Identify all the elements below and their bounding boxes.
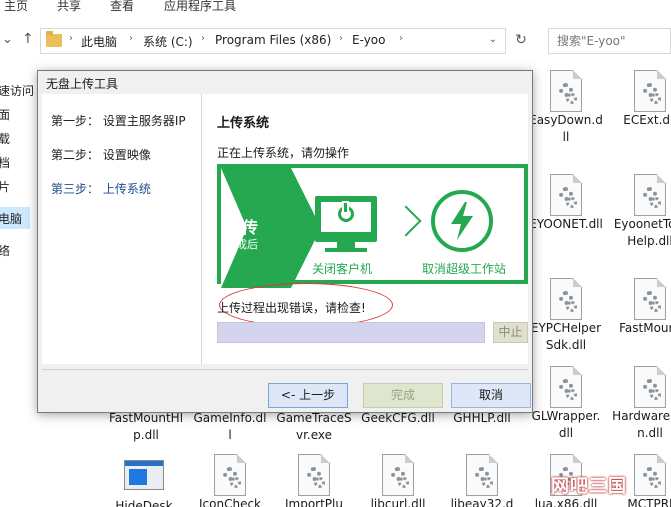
dll-icon: [634, 454, 666, 496]
abort-button[interactable]: 中止: [493, 322, 528, 343]
address-row: ⌄ ↑ › 此电脑 › 系统 (C:) › Program Files (x86…: [0, 22, 671, 60]
upload-tool-dialog: 无盘上传工具 第一步： 设置主服务器IP 第二步： 设置映像 第三步： 上传系统…: [37, 70, 533, 413]
nav-item-pictures[interactable]: 片: [0, 178, 10, 195]
chevron-right-icon: [390, 205, 422, 237]
dll-icon: [298, 454, 330, 496]
breadcrumb-eyoo[interactable]: E-yoo: [352, 33, 386, 47]
file-item[interactable]: GLWrapper.dll: [528, 366, 604, 442]
dll-icon: [466, 454, 498, 496]
nav-item-documents[interactable]: 档: [0, 154, 10, 171]
error-message: 上传过程出现错误，请检查!: [217, 301, 366, 315]
banner-badge-line2: 完成后: [225, 238, 258, 251]
cancel-button[interactable]: 取消: [451, 383, 531, 408]
chevron-right-icon[interactable]: ›: [201, 33, 205, 44]
chevron-down-icon[interactable]: ⌄: [489, 34, 497, 45]
instruction-banner: 上传 完成后 关闭客户机 取消超级工作站: [217, 164, 528, 288]
chevron-right-icon[interactable]: ›: [69, 33, 73, 44]
status-text: 正在上传系统，请勿操作: [217, 146, 350, 160]
banner-label-shutdown-client: 关闭客户机: [312, 262, 373, 276]
nav-item-network[interactable]: 络: [0, 242, 10, 259]
file-item[interactable]: EYPCHelperSdk.dll: [528, 278, 604, 354]
refresh-icon[interactable]: ↻: [510, 28, 532, 54]
file-item[interactable]: EasyDown.dll: [528, 70, 604, 146]
chevron-right-icon[interactable]: ›: [399, 33, 403, 44]
upload-progress-bar: [217, 322, 485, 343]
file-item[interactable]: ImportPlu: [276, 454, 352, 507]
dll-icon: [382, 454, 414, 496]
divider: [42, 369, 528, 370]
watermark-logo: 网吧三国: [551, 476, 627, 497]
tab-app-tools[interactable]: 应用程序工具: [164, 0, 236, 14]
dll-icon: [550, 70, 582, 112]
ribbon-tabs: 主页 共享 查看 应用程序工具: [0, 0, 671, 14]
nav-item-quick-access[interactable]: 速访问: [0, 82, 34, 99]
file-item[interactable]: EyoonetToolHelp.dll: [612, 174, 671, 250]
search-input[interactable]: 搜索"E-yoo": [548, 28, 671, 54]
file-item[interactable]: IconCheck: [192, 454, 268, 507]
file-item[interactable]: libcurl.dll: [360, 454, 436, 507]
step-3-active: 第三步： 上传系统: [51, 182, 151, 196]
nav-item-downloads[interactable]: 载: [0, 130, 10, 147]
dll-icon: [634, 174, 666, 216]
tab-view[interactable]: 查看: [110, 0, 134, 14]
chevron-down-icon[interactable]: ⌄: [2, 32, 13, 47]
navigation-pane: 速访问 面 载 档 片 电脑 络: [0, 60, 34, 507]
file-item[interactable]: HideDesk: [106, 454, 182, 507]
file-item[interactable]: libeay32.d: [444, 454, 520, 507]
nav-item-this-pc[interactable]: 电脑: [0, 210, 22, 227]
file-item[interactable]: HardwareMon.dll: [612, 366, 671, 442]
dll-icon: [634, 278, 666, 320]
monitor-power-icon: [315, 196, 377, 242]
address-bar[interactable]: › 此电脑 › 系统 (C:) › Program Files (x86) › …: [40, 28, 506, 54]
dll-icon: [550, 278, 582, 320]
banner-label-cancel-workstation: 取消超级工作站: [422, 262, 507, 276]
lightning-bolt-icon: [431, 190, 493, 252]
content-title: 上传系统: [217, 116, 270, 131]
dialog-title: 无盘上传工具: [46, 77, 119, 91]
dll-icon: [550, 366, 582, 408]
step-1: 第一步： 设置主服务器IP: [51, 114, 186, 128]
step-list: 第一步： 设置主服务器IP 第二步： 设置映像 第三步： 上传系统: [42, 94, 202, 364]
nav-item-desktop[interactable]: 面: [0, 106, 10, 123]
file-item[interactable]: EYOONET.dll: [528, 174, 604, 233]
dll-icon: [214, 454, 246, 496]
dll-icon: [634, 366, 666, 408]
chevron-right-icon[interactable]: ›: [129, 33, 133, 44]
banner-badge-line1: 上传: [226, 218, 259, 237]
tab-share[interactable]: 共享: [57, 0, 81, 14]
tab-home[interactable]: 主页: [4, 0, 28, 14]
chevron-right-icon[interactable]: ›: [339, 33, 343, 44]
dll-icon: [634, 70, 666, 112]
file-item[interactable]: ECExt.dll: [612, 70, 671, 129]
breadcrumb-system-c[interactable]: 系统 (C:): [143, 33, 193, 50]
step-2: 第二步： 设置映像: [51, 148, 151, 162]
folder-icon: [46, 31, 62, 47]
file-item[interactable]: FastMount: [612, 278, 671, 337]
exe-icon: [124, 460, 164, 490]
dialog-panel: 第一步： 设置主服务器IP 第二步： 设置映像 第三步： 上传系统 上传系统 正…: [42, 94, 528, 364]
previous-step-button[interactable]: <- 上一步: [268, 383, 348, 408]
up-arrow-icon[interactable]: ↑: [22, 31, 34, 47]
dll-icon: [550, 174, 582, 216]
step-content: 上传系统 正在上传系统，请勿操作 上传 完成后 关闭客户机 取消超级工作站 上传…: [217, 94, 528, 364]
breadcrumb-program-files[interactable]: Program Files (x86): [215, 33, 331, 47]
breadcrumb-this-pc[interactable]: 此电脑: [81, 33, 117, 50]
finish-button[interactable]: 完成: [363, 383, 443, 408]
